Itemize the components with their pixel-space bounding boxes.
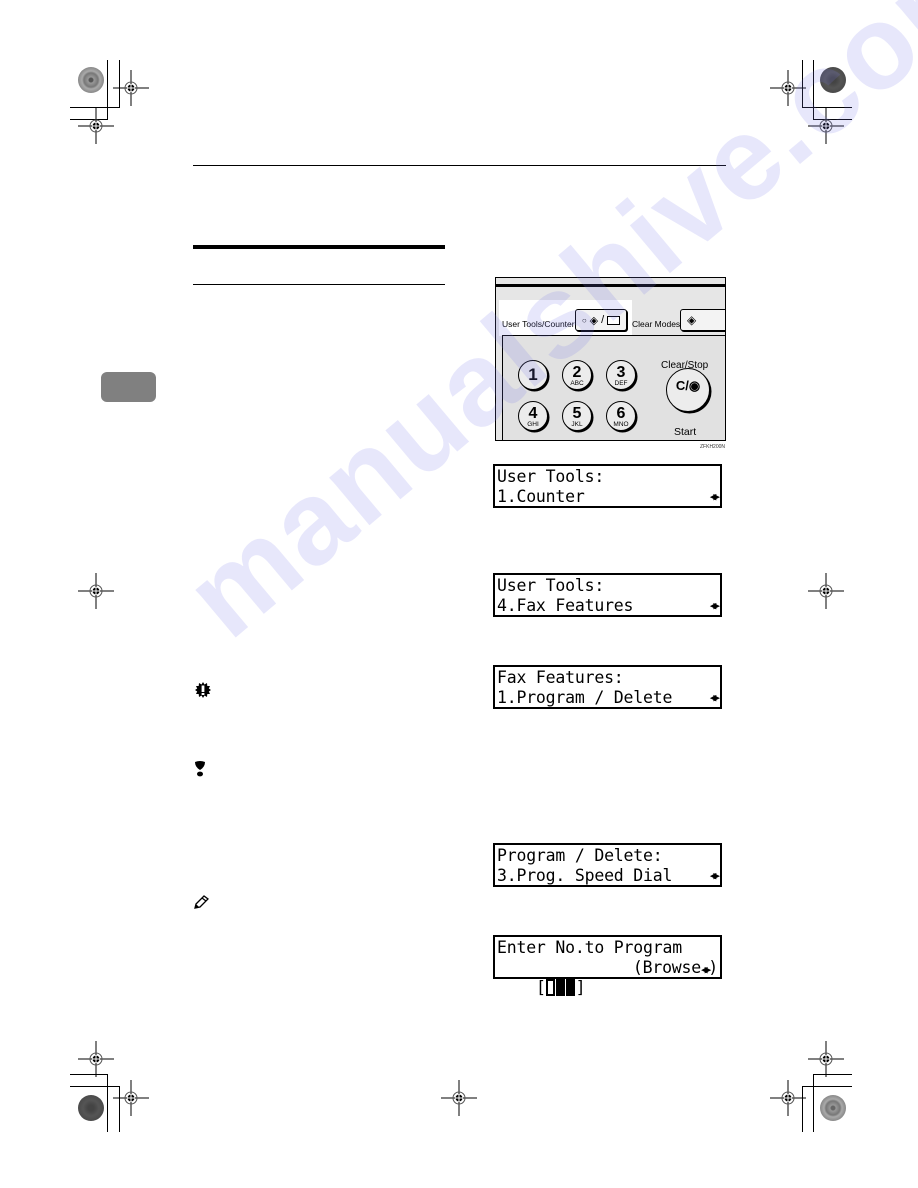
lcd-display-enter-number: Enter No.to Program [] (Browse◀▶) [493,935,722,997]
lcd-display-user-tools-fax-features: User Tools: 4.Fax Features ◀▶ [493,573,722,617]
registration-mark-icon [113,1080,149,1116]
input-digit-placeholder [565,979,575,996]
color-rosette-bottom-left [78,1095,104,1121]
clear-modes-icon: ◈ [687,313,697,327]
registration-mark-icon [770,1080,806,1116]
registration-mark-icon [770,70,806,106]
scroll-arrows-icon: ◀▶ [709,599,720,612]
user-tools-counter-key[interactable]: ○ ◈ / [575,309,627,331]
registration-mark-icon [113,70,149,106]
color-rosette-bottom-right [820,1095,846,1121]
scroll-arrows-icon: ◀▶ [709,490,720,503]
keypad-key-4[interactable]: 4 GHI [518,401,548,431]
keypad-key-3[interactable]: 3 DEF [606,360,636,390]
input-digit-placeholder [555,979,565,996]
scroll-arrows-icon: ◀▶ [709,869,720,882]
registration-mark-icon [441,1080,477,1116]
registration-mark-icon [808,1041,844,1077]
color-rosette-top-right [820,67,846,93]
counter-icon [607,315,621,325]
important-icon [195,682,211,698]
section-heading-rule [193,245,445,249]
subsection-heading-rule [193,284,445,285]
registration-mark-icon [78,108,114,144]
start-label: Start [674,426,697,438]
note-pencil-icon [194,895,209,909]
user-tools-icon: ◈ [589,314,599,327]
chapter-tab [101,372,156,402]
limitation-icon [195,761,205,777]
user-tools-counter-label: User Tools/Counter [502,319,575,329]
control-panel-illustration: User Tools/Counter ○ ◈ / Clear Modes ◈ 1… [495,277,726,441]
registration-mark-icon [78,1041,114,1077]
keypad-key-1[interactable]: 1 [518,360,548,390]
clear-modes-key[interactable]: ◈ [680,309,725,331]
indicator-icon: ○ [581,315,587,325]
figure-code: ZFKH200N [700,444,726,450]
keypad-key-6[interactable]: 6 MNO [606,401,636,431]
keypad-key-5[interactable]: 5 JKL [562,401,592,431]
registration-mark-icon [808,108,844,144]
lcd-display-fax-features-program-delete: Fax Features: 1.Program / Delete ◀▶ [493,665,722,709]
clear-modes-label: Clear Modes [632,319,681,329]
header-rule [193,165,726,166]
lcd-display-program-delete-speed-dial: Program / Delete: 3.Prog. Speed Dial ◀▶ [493,843,722,887]
color-rosette-top-left [78,67,104,93]
clear-stop-key[interactable]: C/◉ [666,368,710,412]
scroll-arrows-icon: ◀▶ [709,691,720,704]
registration-mark-icon [78,573,114,609]
keypad-key-2[interactable]: 2 ABC [562,360,592,390]
input-cursor [545,979,555,996]
lcd-display-user-tools-counter: User Tools: 1.Counter ◀▶ [493,464,722,508]
registration-mark-icon [808,573,844,609]
